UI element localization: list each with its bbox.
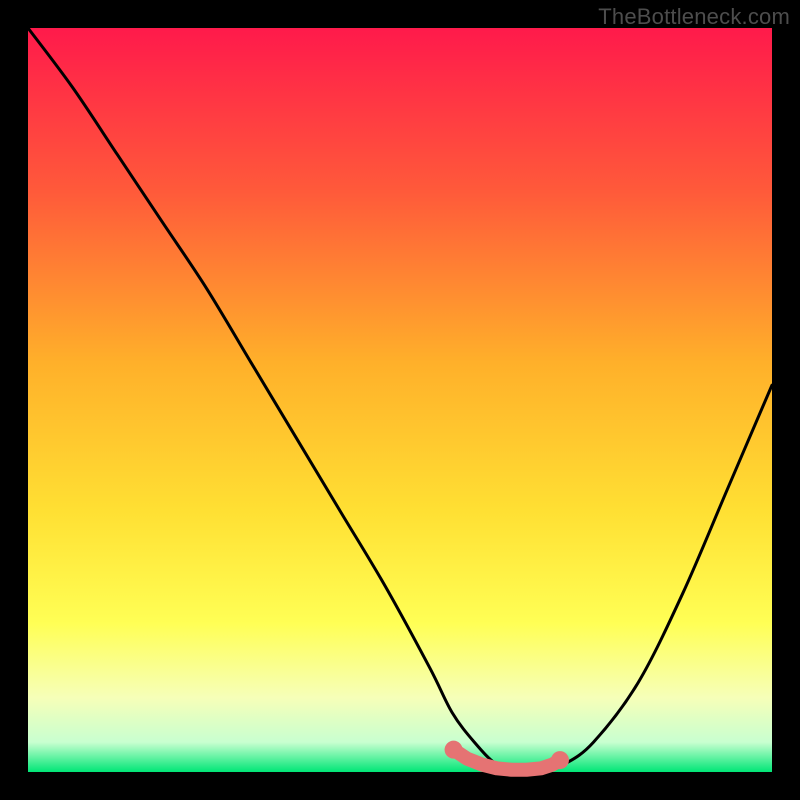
bottleneck-curve xyxy=(28,28,772,772)
optimal-end-dot xyxy=(445,741,463,759)
curve-line xyxy=(28,28,772,773)
plot-area xyxy=(28,28,772,772)
optimal-range-markers xyxy=(445,741,569,770)
watermark-text: TheBottleneck.com xyxy=(598,4,790,30)
optimal-end-dot xyxy=(551,751,569,769)
optimal-band xyxy=(454,750,560,770)
